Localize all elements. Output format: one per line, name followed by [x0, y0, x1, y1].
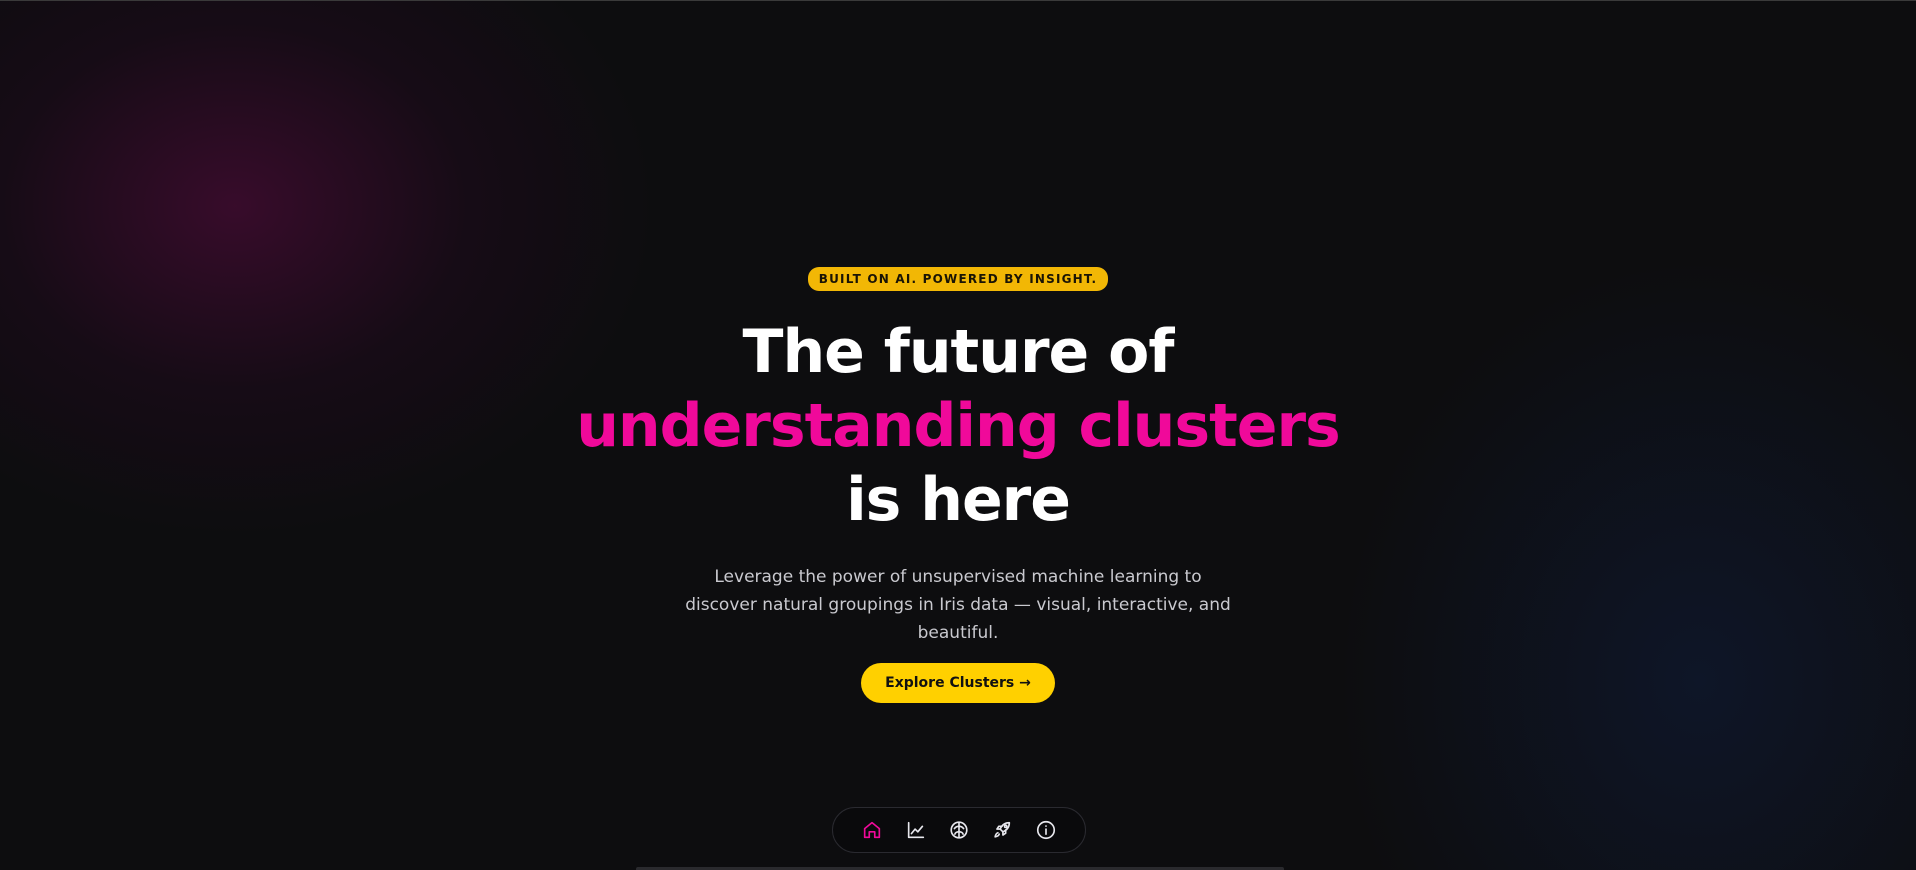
hero-section: BUILT ON AI. POWERED BY INSIGHT. The fut… [0, 267, 1916, 703]
bottom-dock-nav [832, 807, 1086, 853]
brain-icon [950, 821, 968, 839]
dock-item-model[interactable] [943, 814, 975, 846]
dock-item-charts[interactable] [900, 814, 932, 846]
hero-headline: The future of understanding clusters is … [576, 315, 1341, 537]
dock-item-about[interactable] [1030, 814, 1062, 846]
hero-description: Leverage the power of unsupervised machi… [685, 567, 1231, 643]
dock-item-home[interactable] [856, 814, 888, 846]
dock-item-launch[interactable] [986, 814, 1018, 846]
explore-clusters-button[interactable]: Explore Clusters → [861, 663, 1055, 703]
info-icon [1036, 820, 1055, 840]
landing-page: BUILT ON AI. POWERED BY INSIGHT. The fut… [0, 0, 1916, 870]
headline-line-1: The future of [742, 317, 1175, 387]
rocket-icon [994, 821, 1011, 838]
headline-line-3: is here [846, 465, 1071, 535]
home-icon [864, 821, 881, 839]
tagline-badge: BUILT ON AI. POWERED BY INSIGHT. [807, 267, 1109, 291]
headline-accent: understanding clusters [576, 391, 1341, 461]
chart-line-icon [907, 821, 924, 839]
